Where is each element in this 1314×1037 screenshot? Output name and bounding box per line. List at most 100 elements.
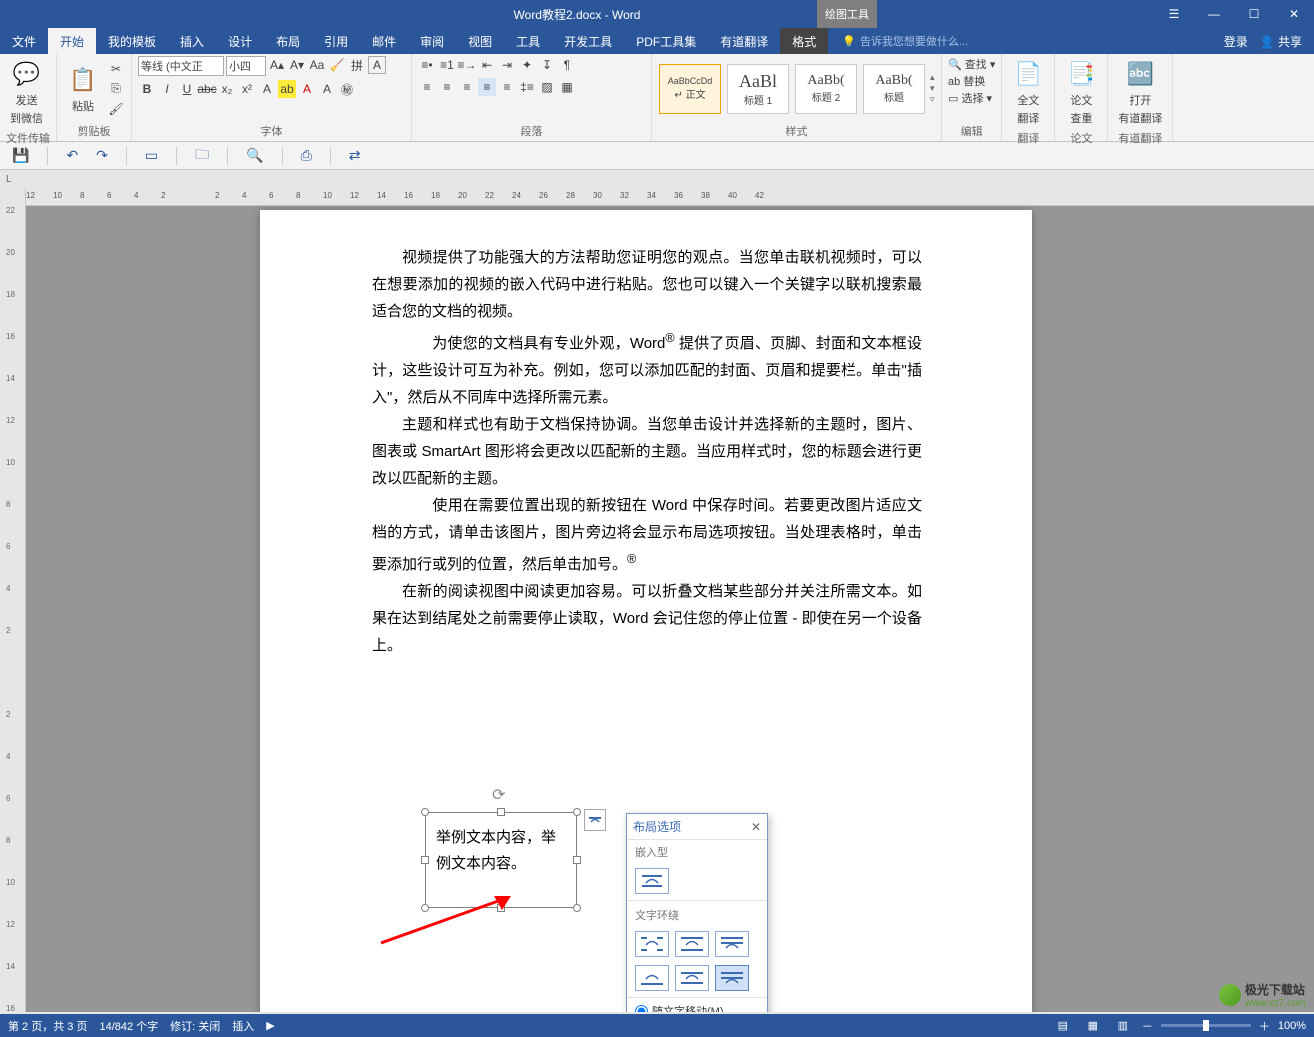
maximize-icon[interactable]: ☐ — [1234, 0, 1274, 28]
format-painter-icon[interactable]: 🖌 — [107, 100, 125, 118]
tell-me-search[interactable]: 💡 告诉我您想要做什么... — [842, 28, 968, 54]
clear-format-icon[interactable]: 🧹 — [328, 56, 346, 74]
bullets-icon[interactable]: ≡• — [418, 56, 436, 74]
show-marks-icon[interactable]: ¶ — [558, 56, 576, 74]
highlight-icon[interactable]: ab — [278, 80, 296, 98]
resize-handle[interactable] — [421, 904, 429, 912]
body-text[interactable]: 在新的阅读视图中阅读更加容易。可以折叠文档某些部分并关注所需文本。如果在达到结尾… — [372, 578, 922, 659]
line-spacing-icon[interactable]: ‡≡ — [518, 78, 536, 96]
tab-tools[interactable]: 工具 — [504, 28, 552, 54]
numbering-icon[interactable]: ≡1 — [438, 56, 456, 74]
vertical-ruler[interactable]: 222018161412108642246810121416 — [0, 188, 26, 1012]
move-with-text-radio[interactable]: 随文字移动(M) — [627, 1000, 767, 1012]
tab-layout[interactable]: 布局 — [264, 28, 312, 54]
login-link[interactable]: 登录 — [1224, 33, 1248, 50]
underline-icon[interactable]: U — [178, 80, 196, 98]
undo-icon[interactable]: ↶ — [66, 147, 78, 164]
align-right-icon[interactable]: ≡ — [458, 78, 476, 96]
body-text[interactable]: 视频提供了功能强大的方法帮助您证明您的观点。当您单击联机视频时，可以在想要添加的… — [372, 244, 922, 325]
insert-mode[interactable]: 插入 — [232, 1018, 254, 1034]
cut-icon[interactable]: ✂ — [107, 60, 125, 78]
borders-icon[interactable]: ▦ — [558, 78, 576, 96]
zoom-level[interactable]: 100% — [1278, 1020, 1306, 1032]
resize-handle[interactable] — [573, 856, 581, 864]
style-normal[interactable]: AaBbCcDd↵ 正文 — [659, 64, 721, 114]
page-number[interactable]: 第 2 页，共 3 页 — [8, 1018, 87, 1034]
replace-button[interactable]: ab 替换 — [948, 73, 985, 89]
bold-icon[interactable]: B — [138, 80, 156, 98]
asian-layout-icon[interactable]: ✦ — [518, 56, 536, 74]
tab-developer[interactable]: 开发工具 — [552, 28, 624, 54]
tab-templates[interactable]: 我的模板 — [96, 28, 168, 54]
char-border-icon[interactable]: A — [368, 56, 386, 74]
paper-check-button[interactable]: 📑论文查重 — [1061, 56, 1101, 128]
style-heading1[interactable]: AaBl标题 1 — [727, 64, 789, 114]
tab-view[interactable]: 视图 — [456, 28, 504, 54]
close-icon[interactable]: ✕ — [751, 820, 761, 834]
superscript-icon[interactable]: x² — [238, 80, 256, 98]
align-center-icon[interactable]: ≡ — [438, 78, 456, 96]
horizontal-ruler[interactable]: 1210864224681012141618202224262830323436… — [26, 188, 1314, 206]
macro-record-icon[interactable]: ▶ — [266, 1019, 274, 1032]
shading-icon[interactable]: ▨ — [538, 78, 556, 96]
dec-indent-icon[interactable]: ⇤ — [478, 56, 496, 74]
shrink-font-icon[interactable]: A▾ — [288, 56, 306, 74]
qat-icon[interactable]: ⎙ — [301, 147, 312, 164]
wrap-front-button[interactable] — [715, 965, 749, 991]
enclose-char-icon[interactable]: ㊙ — [338, 80, 356, 98]
align-left-icon[interactable]: ≡ — [418, 78, 436, 96]
wrap-inline-button[interactable] — [635, 868, 669, 894]
select-button[interactable]: ▭ 选择 ▾ — [948, 90, 992, 106]
wrap-behind-button[interactable] — [675, 965, 709, 991]
multilevel-icon[interactable]: ≡→ — [458, 56, 476, 74]
styles-more-icon[interactable]: ▴▾▿ — [930, 72, 935, 105]
zoom-slider[interactable] — [1161, 1024, 1251, 1027]
font-family-dropdown[interactable]: 等线 (中文正 — [138, 56, 224, 76]
share-button[interactable]: 👤 共享 — [1260, 33, 1302, 50]
grow-font-icon[interactable]: A▴ — [268, 56, 286, 74]
ruler-units-icon[interactable]: L — [0, 170, 1314, 188]
wrap-square-button[interactable] — [635, 931, 669, 957]
text-effects-icon[interactable]: A — [258, 80, 276, 98]
align-distribute-icon[interactable]: ≡ — [498, 78, 516, 96]
wrap-topbottom-button[interactable] — [635, 965, 669, 991]
subscript-icon[interactable]: x₂ — [218, 80, 236, 98]
resize-handle[interactable] — [421, 856, 429, 864]
save-icon[interactable]: 💾 — [12, 147, 29, 164]
italic-icon[interactable]: I — [158, 80, 176, 98]
resize-handle[interactable] — [573, 808, 581, 816]
resize-handle[interactable] — [573, 904, 581, 912]
sort-icon[interactable]: ↧ — [538, 56, 556, 74]
tab-pdf[interactable]: PDF工具集 — [624, 28, 708, 54]
tab-review[interactable]: 审阅 — [408, 28, 456, 54]
redo-icon[interactable]: ↷ — [96, 147, 108, 164]
body-text[interactable]: 使用在需要位置出现的新按钮在 Word 中保存时间。若要更改图片适应文档的方式，… — [372, 492, 922, 578]
font-size-dropdown[interactable]: 小四 — [226, 56, 266, 76]
copy-icon[interactable]: ⎘ — [107, 80, 125, 98]
ribbon-options-icon[interactable]: ☰ — [1154, 0, 1194, 28]
send-to-wechat-button[interactable]: 💬发送到微信 — [6, 56, 47, 128]
find-button[interactable]: 🔍 查找 ▾ — [948, 56, 995, 72]
zoom-out-icon[interactable]: － — [1142, 1018, 1153, 1034]
body-text[interactable]: 为使您的文档具有专业外观，Word® 提供了页眉、页脚、封面和文本框设计，这些设… — [372, 325, 922, 411]
text-box-shape[interactable]: ⟳ 举例文本内容，举例文本内容。 — [425, 812, 577, 908]
wrap-tight-button[interactable] — [675, 931, 709, 957]
web-layout-icon[interactable]: ▥ — [1112, 1017, 1134, 1035]
tab-format[interactable]: 格式 — [780, 28, 828, 54]
style-heading2[interactable]: AaBb(标题 2 — [795, 64, 857, 114]
align-justify-icon[interactable]: ≡ — [478, 78, 496, 96]
phonetic-icon[interactable]: 拼 — [348, 56, 366, 74]
style-title[interactable]: AaBb(标题 — [863, 64, 925, 114]
paste-button[interactable]: 📋粘贴 — [63, 62, 103, 116]
track-changes-status[interactable]: 修订: 关闭 — [170, 1018, 220, 1034]
qat-icon[interactable]: 🔍 — [246, 147, 263, 164]
qat-icon[interactable]: 🗀 — [195, 144, 209, 168]
tab-home[interactable]: 开始 — [48, 28, 96, 54]
word-count[interactable]: 14/842 个字 — [99, 1018, 158, 1034]
close-icon[interactable]: ✕ — [1274, 0, 1314, 28]
zoom-in-icon[interactable]: ＋ — [1259, 1018, 1270, 1034]
tab-insert[interactable]: 插入 — [168, 28, 216, 54]
tab-mailings[interactable]: 邮件 — [360, 28, 408, 54]
open-youdao-button[interactable]: 🔤打开有道翻译 — [1114, 56, 1166, 128]
font-color-icon[interactable]: A — [298, 80, 316, 98]
